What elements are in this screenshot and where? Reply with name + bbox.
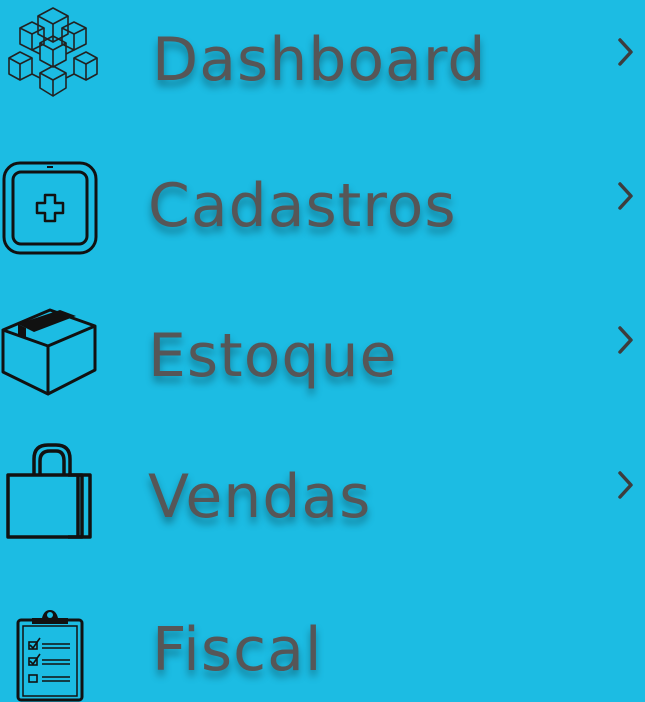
sidebar-item-fiscal[interactable]: Fiscal <box>0 590 645 702</box>
chevron-right-icon <box>618 471 633 499</box>
sidebar-item-cadastros[interactable]: Cadastros <box>0 145 645 265</box>
package-box-icon <box>1 308 97 396</box>
sidebar-item-dashboard[interactable]: Dashboard <box>0 0 645 120</box>
add-box-icon <box>2 161 98 255</box>
sidebar-item-label: Vendas <box>148 462 372 532</box>
chevron-right-icon <box>618 38 633 66</box>
sidebar-item-estoque[interactable]: Estoque <box>0 290 645 410</box>
sidebar-item-label: Estoque <box>148 321 398 391</box>
shopping-bag-icon <box>6 443 92 539</box>
sidebar-item-label: Fiscal <box>152 615 323 685</box>
sidebar-item-vendas[interactable]: Vendas <box>0 435 645 555</box>
sidebar-menu: Dashboard Cadastros Estoque Vendas Fisca… <box>0 0 645 702</box>
sidebar-item-label: Cadastros <box>148 171 457 241</box>
sidebar-item-label: Dashboard <box>152 25 487 95</box>
clipboard-checklist-icon <box>16 610 84 702</box>
chevron-right-icon <box>618 182 633 210</box>
chevron-right-icon <box>618 326 633 354</box>
cubes-icon <box>8 7 98 97</box>
